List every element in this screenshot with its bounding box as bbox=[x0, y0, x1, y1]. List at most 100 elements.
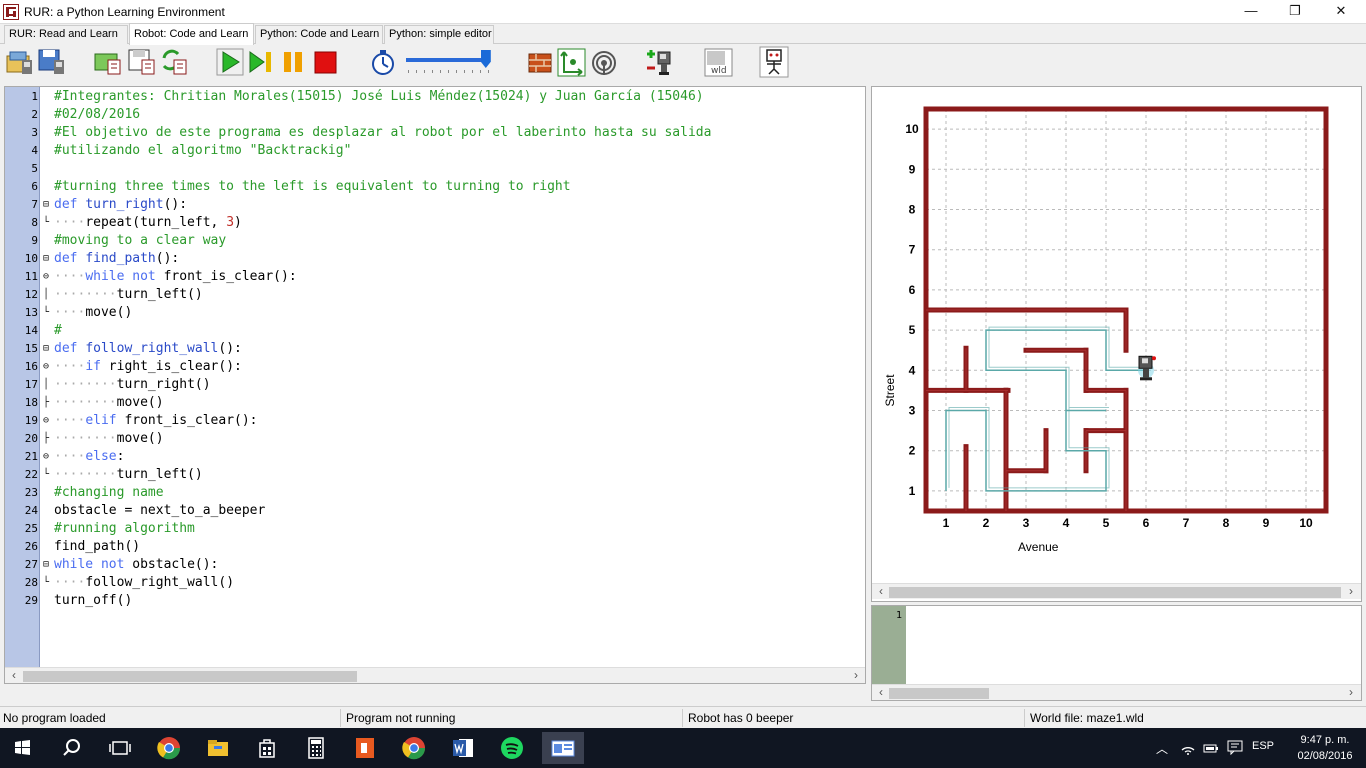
chevron-up-icon[interactable]: ︿ bbox=[1156, 740, 1168, 757]
word-icon[interactable] bbox=[447, 732, 479, 764]
code-line[interactable]: ····while not front_is_clear(): bbox=[54, 268, 297, 286]
walls-icon[interactable] bbox=[526, 46, 556, 78]
start-icon[interactable] bbox=[6, 732, 38, 764]
code-line[interactable]: def turn_right(): bbox=[54, 196, 187, 214]
task-view-icon[interactable] bbox=[104, 732, 136, 764]
code-line[interactable]: ····repeat(turn_left, 3) bbox=[54, 214, 242, 232]
code-token: # bbox=[54, 323, 62, 338]
code-line[interactable]: #turning three times to the left is equi… bbox=[54, 178, 571, 196]
output-hscroll-thumb[interactable] bbox=[889, 688, 989, 699]
chrome-icon[interactable] bbox=[398, 732, 430, 764]
save-program-icon[interactable] bbox=[128, 46, 158, 78]
tab-read-and-learn[interactable]: RUR: Read and Learn bbox=[4, 25, 128, 44]
add-robot-icon[interactable] bbox=[645, 46, 675, 78]
speed-slider-thumb[interactable] bbox=[480, 50, 491, 68]
code-line[interactable]: #02/08/2016 bbox=[54, 106, 140, 124]
output-hscrollbar[interactable]: ‹ › bbox=[872, 684, 1361, 700]
chrome-icon[interactable] bbox=[153, 732, 185, 764]
editor-hscroll-thumb[interactable] bbox=[23, 671, 357, 682]
search-icon[interactable] bbox=[56, 732, 88, 764]
file-explorer-icon[interactable] bbox=[202, 732, 234, 764]
tab-robot-code-and-learn[interactable]: Robot: Code and Learn bbox=[129, 23, 254, 45]
scroll-right-icon[interactable]: › bbox=[849, 668, 863, 683]
fold-toggle-icon[interactable]: ⊟ bbox=[40, 250, 52, 268]
spotify-icon[interactable] bbox=[496, 732, 528, 764]
code-line[interactable]: ····follow_right_wall() bbox=[54, 574, 234, 592]
code-line[interactable]: #El objetivo de este programa es desplaz… bbox=[54, 124, 711, 142]
speed-slider[interactable] bbox=[404, 48, 494, 76]
editor-hscrollbar[interactable]: ‹ › bbox=[5, 667, 865, 683]
save-world-icon[interactable] bbox=[38, 46, 68, 78]
open-world-icon[interactable] bbox=[6, 46, 36, 78]
stop-icon[interactable] bbox=[311, 46, 341, 78]
code-line[interactable]: def follow_right_wall(): bbox=[54, 340, 242, 358]
maximize-button[interactable]: ❐ bbox=[1272, 0, 1318, 24]
code-line[interactable]: turn_off() bbox=[54, 592, 132, 610]
scroll-left-icon[interactable]: ‹ bbox=[874, 685, 888, 701]
fold-guide bbox=[40, 520, 52, 538]
step-icon[interactable] bbox=[247, 46, 277, 78]
scroll-right-icon[interactable]: › bbox=[1344, 584, 1358, 600]
minimize-button[interactable]: — bbox=[1228, 0, 1274, 24]
code-line[interactable]: ····if right_is_clear(): bbox=[54, 358, 242, 376]
code-line[interactable]: ········move() bbox=[54, 430, 164, 448]
code-line[interactable]: #changing name bbox=[54, 484, 164, 502]
code-line[interactable]: ····elif front_is_clear(): bbox=[54, 412, 258, 430]
code-line[interactable]: ········turn_left() bbox=[54, 466, 203, 484]
code-line[interactable]: ····move() bbox=[54, 304, 132, 322]
fold-toggle-icon[interactable]: ⊖ bbox=[40, 412, 52, 430]
code-editor[interactable]: 1 2 3 4 5 6 7 8 9 10 11 12 13 14 15 16 17 18 19 20 21 22 23 24 2… bbox=[4, 86, 866, 684]
code-line[interactable]: #moving to a clear way bbox=[54, 232, 226, 250]
tab-python-code-and-learn[interactable]: Python: Code and Learn bbox=[255, 25, 383, 44]
notifications-icon[interactable] bbox=[1227, 739, 1243, 756]
world-file-icon[interactable]: wld bbox=[704, 46, 734, 78]
line-number: 5 bbox=[31, 162, 38, 175]
code-line[interactable]: ········turn_left() bbox=[54, 286, 203, 304]
wifi-icon[interactable] bbox=[1180, 740, 1196, 756]
code-line[interactable]: obstacle = next_to_a_beeper bbox=[54, 502, 265, 520]
fold-toggle-icon[interactable]: ⊖ bbox=[40, 268, 52, 286]
code-line[interactable]: ········turn_right() bbox=[54, 376, 211, 394]
fold-toggle-icon[interactable]: ⊟ bbox=[40, 556, 52, 574]
world-hscrollbar[interactable]: ‹ › bbox=[872, 583, 1361, 599]
language-indicator[interactable]: ESP bbox=[1252, 740, 1274, 752]
rur-app-icon[interactable] bbox=[542, 732, 584, 764]
fold-toggle-icon[interactable]: ⊖ bbox=[40, 358, 52, 376]
robot-world[interactable]: 1 2 3 4 5 6 7 8 9 10 1 2 3 4 5 6 7 8 9 10 Avenue Street ‹ › bbox=[871, 86, 1362, 602]
office-icon[interactable] bbox=[349, 732, 381, 764]
scroll-right-icon[interactable]: › bbox=[1344, 685, 1358, 701]
reload-program-icon[interactable] bbox=[160, 46, 190, 78]
fold-guide bbox=[40, 142, 52, 160]
fold-toggle-icon[interactable]: ⊖ bbox=[40, 448, 52, 466]
beepers-icon[interactable] bbox=[589, 46, 619, 78]
code-token: move() bbox=[85, 305, 133, 320]
clock[interactable]: 9:47 p. m. 02/08/2016 bbox=[1284, 732, 1366, 764]
code-line[interactable]: while not obstacle(): bbox=[54, 556, 218, 574]
code-line[interactable]: find_path() bbox=[54, 538, 140, 556]
fold-toggle-icon[interactable]: ⊟ bbox=[40, 340, 52, 358]
resize-world-icon[interactable] bbox=[557, 46, 587, 78]
code-line[interactable]: ····else: bbox=[54, 448, 124, 466]
open-program-icon[interactable] bbox=[94, 46, 124, 78]
tab-python-simple-editor[interactable]: Python: simple editor bbox=[384, 25, 494, 44]
code-line[interactable]: def find_path(): bbox=[54, 250, 179, 268]
robot-icon[interactable] bbox=[759, 46, 789, 78]
scroll-left-icon[interactable]: ‹ bbox=[874, 584, 888, 600]
run-icon[interactable] bbox=[216, 46, 246, 78]
code-line[interactable]: #running algorithm bbox=[54, 520, 195, 538]
code-line[interactable]: ········move() bbox=[54, 394, 164, 412]
close-button[interactable]: ✕ bbox=[1318, 0, 1364, 24]
code-token: if bbox=[85, 359, 109, 374]
world-hscroll-thumb[interactable] bbox=[889, 587, 1341, 598]
battery-icon[interactable] bbox=[1203, 740, 1219, 756]
calculator-icon[interactable] bbox=[300, 732, 332, 764]
fold-toggle-icon[interactable]: ⊟ bbox=[40, 196, 52, 214]
code-line[interactable]: #Integrantes: Chritian Morales(15015) Jo… bbox=[54, 88, 704, 106]
pause-icon[interactable] bbox=[279, 46, 309, 78]
output-pane[interactable]: 1 ‹ › bbox=[871, 605, 1362, 701]
code-line[interactable]: #utilizando el algoritmo "Backtrackig" bbox=[54, 142, 351, 160]
scroll-left-icon[interactable]: ‹ bbox=[7, 668, 21, 683]
timer-icon[interactable] bbox=[368, 46, 398, 78]
code-line[interactable]: # bbox=[54, 322, 62, 340]
store-icon[interactable] bbox=[251, 732, 283, 764]
